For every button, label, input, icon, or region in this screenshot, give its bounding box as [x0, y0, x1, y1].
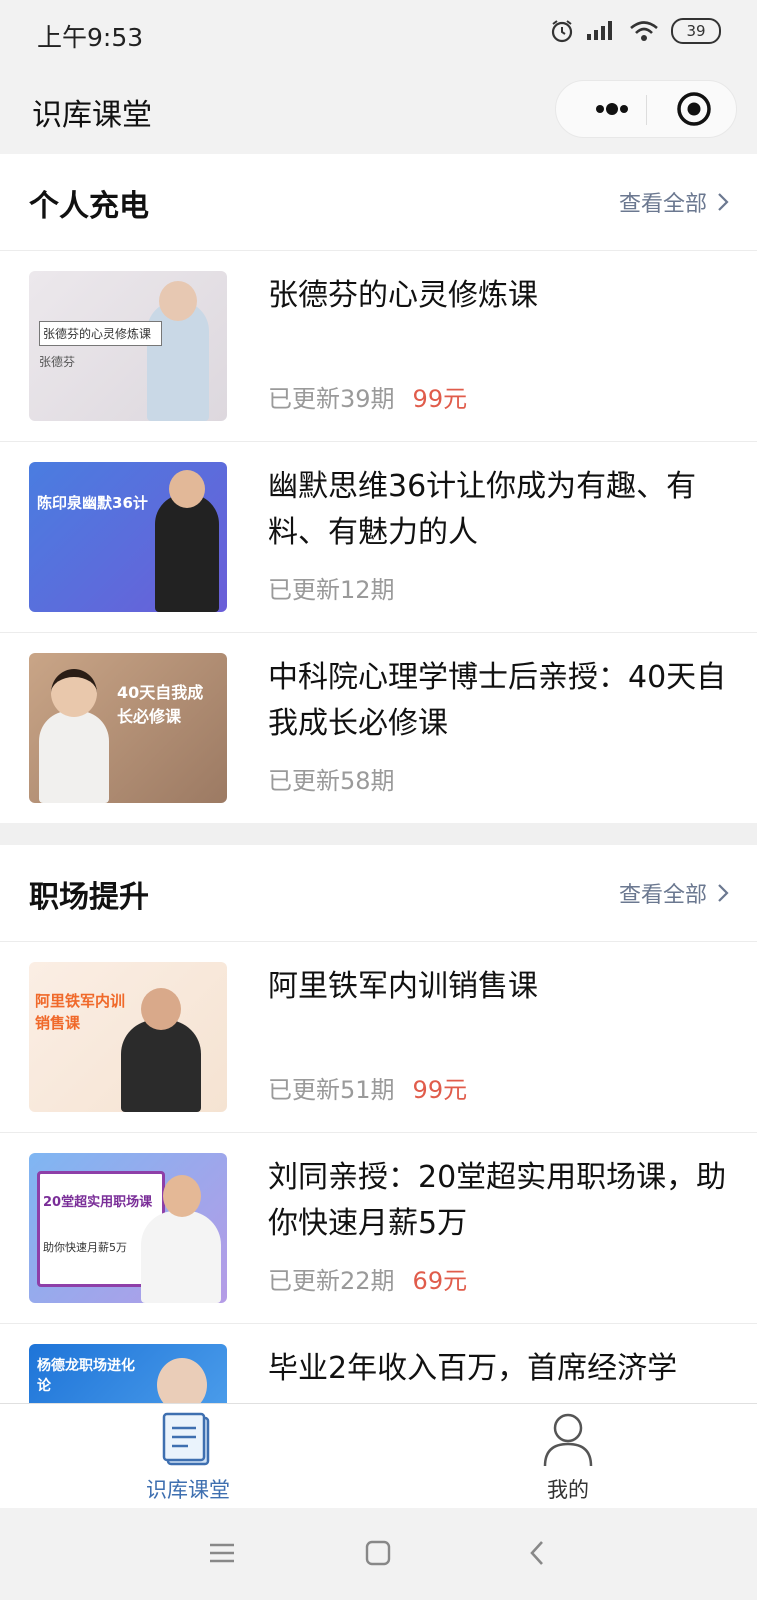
course-item[interactable]: 陈印泉幽默36计 幽默思维36计让你成为有趣、有料、有魅力的人 已更新12期 [0, 442, 757, 633]
capsule-divider [646, 95, 647, 125]
chevron-right-icon [718, 193, 729, 211]
chevron-right-icon [718, 884, 729, 902]
course-title: 刘同亲授：20堂超实用职场课，助你快速月薪5万 [268, 1160, 727, 1241]
course-item[interactable]: 张德芬的心灵修炼课 张德芬 张德芬的心灵修炼课 已更新39期 99元 [0, 251, 757, 442]
thumb-caption: 20堂超实用职场课 [43, 1195, 153, 1210]
course-thumbnail: 杨德龙职场进化论 [29, 1344, 227, 1403]
signal-icon [587, 21, 612, 40]
status-bar: 上午9:53 39 [0, 0, 757, 66]
tab-mine[interactable]: 我的 [468, 1404, 668, 1508]
app-header: 识库课堂 [0, 66, 757, 154]
thumb-person [141, 1211, 221, 1303]
section-header: 职场提升 查看全部 [0, 845, 757, 942]
course-price: 99元 [412, 385, 468, 413]
course-book-icon [162, 1412, 210, 1466]
section-gap [0, 823, 757, 845]
course-thumbnail: 陈印泉幽默36计 [29, 462, 227, 612]
update-count: 已更新22期 [268, 1267, 395, 1295]
user-icon [543, 1413, 593, 1467]
course-item[interactable]: 40天自我成长必修课 中科院心理学博士后亲授：40天自我成长必修课 已更新58期 [0, 633, 757, 823]
section-title: 个人充电 [29, 189, 149, 224]
thumb-sub: 助你快速月薪5万 [43, 1241, 127, 1254]
tab-label: 识库课堂 [146, 1478, 230, 1502]
tab-courses[interactable]: 识库课堂 [88, 1404, 288, 1508]
course-thumbnail: 张德芬的心灵修炼课 张德芬 [29, 271, 227, 421]
course-item[interactable]: 杨德龙职场进化论 毕业2年收入百万，首席经济学 [0, 1324, 757, 1403]
thumb-head [159, 281, 197, 321]
course-item[interactable]: 阿里铁军内训销售课 阿里铁军内训销售课 已更新51期 99元 [0, 942, 757, 1133]
status-time: 上午9:53 [37, 23, 144, 52]
menu-icon[interactable] [208, 1542, 236, 1564]
update-count: 已更新51期 [268, 1076, 395, 1104]
section-personal: 个人充电 查看全部 张德芬的心灵修炼课 张德芬 张德芬的心灵修炼课 已更新39期… [0, 154, 757, 823]
course-title: 毕业2年收入百万，首席经济学 [268, 1351, 678, 1386]
course-title: 中科院心理学博士后亲授：40天自我成长必修课 [268, 660, 727, 741]
bottom-tab-bar: 识库课堂 我的 [0, 1403, 757, 1508]
capsule-menu [555, 80, 737, 138]
course-title: 张德芬的心灵修炼课 [268, 278, 538, 313]
course-title: 阿里铁军内训销售课 [268, 969, 538, 1004]
thumb-person [39, 711, 109, 803]
view-all-link[interactable]: 查看全部 [619, 877, 729, 909]
course-thumbnail: 40天自我成长必修课 [29, 653, 227, 803]
thumb-caption: 张德芬的心灵修炼课 [39, 321, 162, 346]
section-header: 个人充电 查看全部 [0, 154, 757, 251]
thumb-person [155, 494, 219, 612]
view-all-label: 查看全部 [618, 883, 707, 908]
home-square-icon[interactable] [365, 1540, 391, 1566]
app-title: 识库课堂 [32, 98, 152, 133]
thumb-caption: 阿里铁军内训销售课 [35, 992, 126, 1032]
update-count: 已更新39期 [268, 385, 395, 413]
close-button[interactable] [676, 91, 712, 127]
course-meta: 已更新22期 69元 [268, 1261, 467, 1296]
thumb-head [169, 470, 205, 508]
course-meta: 已更新12期 [268, 570, 413, 605]
course-thumbnail: 20堂超实用职场课 助你快速月薪5万 [29, 1153, 227, 1303]
alarm-icon [551, 20, 573, 43]
status-icons: 39 [549, 18, 721, 44]
thumb-caption: 40天自我成长必修课 [117, 683, 204, 726]
battery-indicator: 39 [671, 18, 721, 44]
thumb-caption: 陈印泉幽默36计 [37, 494, 148, 512]
course-meta: 已更新39期 99元 [268, 379, 467, 414]
view-all-label: 查看全部 [618, 192, 707, 217]
section-career: 职场提升 查看全部 阿里铁军内训销售课 阿里铁军内训销售课 已更新51期 99元 [0, 845, 757, 1403]
thumb-head [163, 1175, 201, 1217]
course-item[interactable]: 20堂超实用职场课 助你快速月薪5万 刘同亲授：20堂超实用职场课，助你快速月薪… [0, 1133, 757, 1324]
target-icon [677, 92, 711, 126]
update-count: 已更新58期 [268, 767, 395, 795]
thumb-head [51, 669, 97, 717]
course-thumbnail: 阿里铁军内训销售课 [29, 962, 227, 1112]
thumb-head [141, 988, 181, 1030]
section-title: 职场提升 [29, 880, 149, 915]
view-all-link[interactable]: 查看全部 [619, 186, 729, 218]
thumb-caption: 杨德龙职场进化论 [37, 1358, 135, 1394]
more-button[interactable] [582, 81, 642, 137]
wifi-icon [630, 21, 658, 41]
course-list[interactable]: 个人充电 查看全部 张德芬的心灵修炼课 张德芬 张德芬的心灵修炼课 已更新39期… [0, 154, 757, 1403]
back-chevron-icon[interactable] [528, 1539, 546, 1567]
course-meta: 已更新51期 99元 [268, 1070, 467, 1105]
thumb-author: 张德芬 [39, 355, 76, 369]
course-price: 99元 [412, 1076, 468, 1104]
system-navigation-bar [0, 1508, 757, 1600]
more-dots-icon [596, 103, 628, 115]
thumb-head [157, 1358, 207, 1403]
tab-label: 我的 [547, 1478, 589, 1502]
update-count: 已更新12期 [268, 576, 395, 604]
course-title: 幽默思维36计让你成为有趣、有料、有魅力的人 [268, 469, 697, 550]
course-meta: 已更新58期 [268, 761, 413, 796]
course-price: 69元 [412, 1267, 468, 1295]
